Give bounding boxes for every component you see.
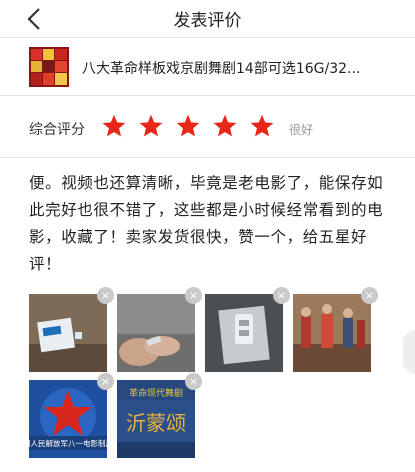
remove-photo-button[interactable]: × — [273, 287, 290, 304]
star-icon[interactable] — [138, 113, 164, 139]
star-icon[interactable] — [175, 113, 201, 139]
photo-thumbnail[interactable]: 国人民解放军八一电影制片 × — [29, 373, 114, 458]
remove-photo-button[interactable]: × — [361, 287, 378, 304]
side-scroll-handle[interactable] — [403, 330, 415, 374]
photo-opera-dancers — [293, 294, 371, 372]
photo-usb-drive-in-hand — [117, 294, 195, 372]
star-icon[interactable] — [249, 113, 275, 139]
product-summary[interactable]: 八大革命样板戏京剧舞剧14部可选16G/32... — [0, 38, 415, 96]
star-icon[interactable] — [212, 113, 238, 139]
review-text[interactable]: 便。视频也还算清晰，毕竟是老电影了，能保存如此完好也很不错了，这些都是小时候经常… — [29, 170, 389, 278]
rating-label: 综合评分 — [29, 122, 85, 138]
photo-thumbnail[interactable]: × — [205, 287, 290, 372]
photo-thumbnail[interactable]: × — [293, 287, 378, 372]
product-name: 八大革命样板戏京剧舞剧14部可选16G/32... — [82, 61, 361, 77]
photo-red-star-film-logo: 国人民解放军八一电影制片 — [29, 380, 107, 458]
remove-photo-button[interactable]: × — [97, 287, 114, 304]
photo-usb-card-with-drive — [29, 294, 107, 372]
product-thumbnail — [29, 47, 69, 87]
rating-row: 综合评分 很好 — [0, 96, 415, 158]
photo-thumbnail[interactable]: × — [117, 287, 202, 372]
photo-caption-top: 革命现代舞剧 — [129, 387, 183, 399]
remove-photo-button[interactable]: × — [185, 287, 202, 304]
header: 发表评价 — [0, 0, 415, 38]
remove-photo-button[interactable]: × — [185, 373, 202, 390]
rating-text: 很好 — [289, 123, 314, 137]
photo-usb-drive-closeup — [205, 294, 283, 372]
photo-thumbnail[interactable]: × — [29, 287, 114, 372]
photo-caption-main: 沂蒙颂 — [126, 411, 186, 435]
page-title: 发表评价 — [173, 11, 242, 31]
remove-photo-button[interactable]: × — [97, 373, 114, 390]
photo-opera-title-card: 革命现代舞剧 沂蒙颂 — [117, 380, 195, 458]
star-icon[interactable] — [101, 113, 127, 139]
photo-caption: 国人民解放军八一电影制片 — [29, 438, 107, 448]
photo-thumbnail[interactable]: 革命现代舞剧 沂蒙颂 × — [117, 373, 202, 458]
